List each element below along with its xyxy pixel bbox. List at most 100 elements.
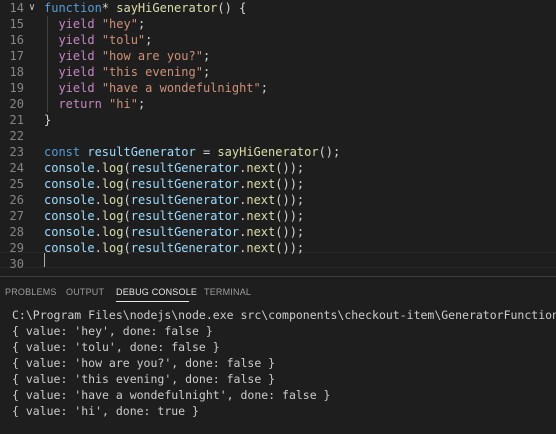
code-token: ; bbox=[137, 97, 146, 111]
code-token: const bbox=[44, 145, 81, 159]
code-line: 25 console.log(resultGenerator.next()); bbox=[0, 176, 556, 192]
code-token: ()); bbox=[275, 177, 305, 191]
code-token: ()); bbox=[275, 225, 305, 239]
active-tab-indicator bbox=[116, 301, 189, 302]
code-token: = bbox=[195, 145, 218, 159]
code-token: ( bbox=[123, 193, 131, 207]
line-number: 17 bbox=[9, 49, 24, 63]
code-line: 23 const resultGenerator = sayHiGenerator… bbox=[0, 144, 556, 160]
code-token: yield bbox=[58, 49, 95, 63]
line-number: 28 bbox=[9, 225, 24, 239]
code-token: ( bbox=[123, 161, 131, 175]
code-text: console.log(resultGenerator.next()); bbox=[44, 208, 304, 224]
code-line: 30 bbox=[0, 256, 556, 272]
fold-chevron-icon[interactable]: ∨ bbox=[29, 0, 35, 16]
console-output-line: { value: 'how are you?', done: false } bbox=[12, 356, 276, 370]
code-token: resultGenerator bbox=[87, 145, 196, 159]
line-number: 20 bbox=[9, 97, 24, 111]
code-text: console.log(resultGenerator.next()); bbox=[44, 160, 304, 176]
line-number: 15 bbox=[9, 17, 24, 31]
code-token: . bbox=[94, 193, 102, 207]
code-token: . bbox=[94, 241, 102, 255]
code-text: return "hi"; bbox=[44, 96, 145, 112]
line-number: 29 bbox=[9, 241, 24, 255]
code-token: log bbox=[101, 209, 124, 223]
code-editor[interactable]: 14 ∨ function* sayHiGenerator() {15 yield … bbox=[0, 0, 556, 276]
code-token: next bbox=[246, 209, 276, 223]
console-output-line: { value: 'this evening', done: false } bbox=[12, 372, 276, 386]
code-token: next bbox=[246, 177, 276, 191]
code-token: . bbox=[94, 225, 102, 239]
code-line: 28 console.log(resultGenerator.next()); bbox=[0, 224, 556, 240]
code-token: ()); bbox=[275, 193, 305, 207]
code-line: 21} bbox=[0, 112, 556, 128]
line-number: 14 bbox=[9, 1, 24, 15]
tab-problems[interactable]: PROBLEMS bbox=[5, 287, 57, 297]
code-text: } bbox=[44, 112, 51, 128]
code-line: 27 console.log(resultGenerator.next()); bbox=[0, 208, 556, 224]
line-number: 27 bbox=[9, 209, 24, 223]
code-token: yield bbox=[58, 81, 95, 95]
panel-tabs: PROBLEMS OUTPUT DEBUG CONSOLE TERMINAL bbox=[0, 277, 556, 307]
code-token: "have a wondefulnight" bbox=[101, 81, 261, 95]
code-text: console.log(resultGenerator.next()); bbox=[44, 192, 304, 208]
console-output-line: { value: 'hi', done: true } bbox=[12, 404, 199, 418]
code-token: next bbox=[246, 241, 276, 255]
code-token: } bbox=[44, 113, 52, 127]
tab-debug-console[interactable]: DEBUG CONSOLE bbox=[116, 287, 197, 297]
code-token: next bbox=[246, 193, 276, 207]
code-token: ( bbox=[123, 209, 131, 223]
code-line: 22 bbox=[0, 128, 556, 144]
tab-output[interactable]: OUTPUT bbox=[66, 287, 104, 297]
code-token: console bbox=[44, 241, 95, 255]
code-token: return bbox=[58, 97, 102, 111]
tab-terminal[interactable]: TERMINAL bbox=[204, 287, 251, 297]
code-text: console.log(resultGenerator.next()); bbox=[44, 224, 304, 240]
code-token: resultGenerator bbox=[130, 225, 240, 239]
code-token: ( bbox=[123, 241, 131, 255]
code-text: console.log(resultGenerator.next()); bbox=[44, 176, 304, 192]
code-line: 24 console.log(resultGenerator.next()); bbox=[0, 160, 556, 176]
code-line: 14 ∨ function* sayHiGenerator() { bbox=[0, 0, 556, 16]
code-token: ()); bbox=[275, 241, 305, 255]
code-token: ()); bbox=[275, 209, 305, 223]
code-token: console bbox=[44, 177, 95, 191]
code-token: log bbox=[101, 161, 124, 175]
code-token: . bbox=[94, 177, 102, 191]
code-token: log bbox=[101, 193, 124, 207]
console-command-line: C:\Program Files\nodejs\node.exe src\com… bbox=[12, 308, 556, 322]
code-token: ( bbox=[123, 225, 131, 239]
code-token: . bbox=[94, 161, 102, 175]
line-number: 25 bbox=[9, 177, 24, 191]
code-text: yield "this evening"; bbox=[44, 64, 210, 80]
code-token: ; bbox=[260, 81, 268, 95]
code-text: yield "hey"; bbox=[44, 16, 145, 32]
code-token: yield bbox=[58, 65, 95, 79]
code-text: yield "how are you?"; bbox=[44, 48, 210, 64]
code-token: log bbox=[101, 225, 124, 239]
code-token: sayHiGenerator bbox=[217, 145, 319, 159]
code-token: resultGenerator bbox=[130, 177, 240, 191]
console-output-line: { value: 'hey', done: false } bbox=[12, 324, 213, 338]
text-cursor bbox=[44, 253, 45, 267]
code-token: yield bbox=[58, 17, 95, 31]
code-token: "hey" bbox=[101, 17, 138, 31]
line-number: 21 bbox=[9, 113, 24, 127]
code-token: resultGenerator bbox=[130, 209, 240, 223]
code-token: () { bbox=[217, 1, 247, 15]
line-number: 22 bbox=[9, 129, 24, 143]
line-number: 24 bbox=[9, 161, 24, 175]
line-number: 16 bbox=[9, 33, 24, 47]
code-line: 26 console.log(resultGenerator.next()); bbox=[0, 192, 556, 208]
code-token: ; bbox=[202, 49, 211, 63]
code-text: console.log(resultGenerator.next()); bbox=[44, 240, 304, 256]
code-token: "tolu" bbox=[101, 33, 146, 47]
